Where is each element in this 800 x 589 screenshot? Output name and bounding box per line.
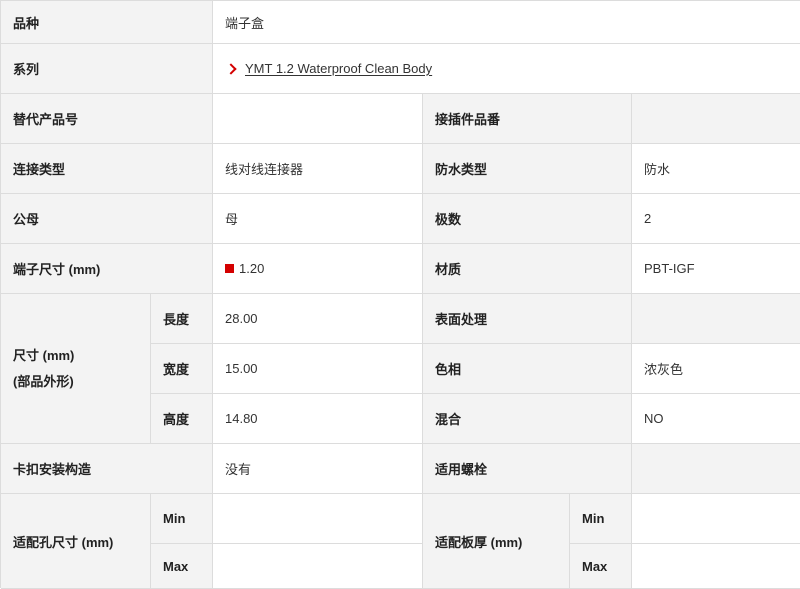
value-connection-type: 线对线连接器 — [213, 144, 423, 194]
label-surface: 表面处理 — [423, 294, 632, 344]
label-length: 長度 — [151, 294, 213, 344]
value-panel-min — [632, 494, 800, 544]
label-panel-max: Max — [570, 544, 632, 589]
value-hole-max — [213, 544, 423, 589]
label-waterproof-type: 防水类型 — [423, 144, 632, 194]
label-panel-min: Min — [570, 494, 632, 544]
value-length: 28.00 — [213, 294, 423, 344]
label-gender: 公母 — [1, 194, 213, 244]
label-mixed: 混合 — [423, 394, 632, 444]
value-gender: 母 — [213, 194, 423, 244]
value-clip-structure: 没有 — [213, 444, 423, 494]
label-color: 色相 — [423, 344, 632, 394]
dimensions-label-line2: (部品外形) — [13, 373, 74, 389]
label-hole-min: Min — [151, 494, 213, 544]
label-connection-type: 连接类型 — [1, 144, 213, 194]
label-clip-structure: 卡扣安装构造 — [1, 444, 213, 494]
value-connector-part-no — [632, 94, 800, 144]
value-variety: 端子盒 — [213, 1, 800, 44]
value-width: 15.00 — [213, 344, 423, 394]
label-material: 材质 — [423, 244, 632, 294]
label-connector-part-no: 接插件品番 — [423, 94, 632, 144]
label-hole-max: Max — [151, 544, 213, 589]
label-alt-part-no: 替代产品号 — [1, 94, 213, 144]
value-terminal-size: 1.20 — [213, 244, 423, 294]
spec-table: 品种 端子盒 系列 YMT 1.2 Waterproof Clean Body … — [0, 0, 800, 589]
value-poles: 2 — [632, 194, 800, 244]
value-surface — [632, 294, 800, 344]
series-link[interactable]: YMT 1.2 Waterproof Clean Body — [245, 61, 432, 76]
label-series: 系列 — [1, 44, 213, 94]
value-mixed: NO — [632, 394, 800, 444]
chevron-right-icon — [225, 62, 237, 75]
label-width: 宽度 — [151, 344, 213, 394]
value-alt-part-no — [213, 94, 423, 144]
dimensions-label-line1: 尺寸 (mm) — [13, 347, 75, 363]
value-hole-min — [213, 494, 423, 544]
label-dimensions: 尺寸 (mm) (部品外形) — [1, 294, 151, 444]
label-panel-thickness: 适配板厚 (mm) — [423, 494, 570, 589]
value-waterproof-type: 防水 — [632, 144, 800, 194]
label-variety: 品种 — [1, 1, 213, 44]
value-panel-max — [632, 544, 800, 589]
value-height: 14.80 — [213, 394, 423, 444]
value-bolt — [632, 444, 800, 494]
value-material: PBT-IGF — [632, 244, 800, 294]
label-height: 高度 — [151, 394, 213, 444]
label-bolt: 适用螺栓 — [423, 444, 632, 494]
value-color: 浓灰色 — [632, 344, 800, 394]
label-terminal-size: 端子尺寸 (mm) — [1, 244, 213, 294]
red-square-icon — [225, 264, 234, 273]
label-hole-size: 适配孔尺寸 (mm) — [1, 494, 151, 589]
value-series: YMT 1.2 Waterproof Clean Body — [213, 44, 800, 94]
label-poles: 极数 — [423, 194, 632, 244]
terminal-size-text: 1.20 — [239, 261, 265, 276]
